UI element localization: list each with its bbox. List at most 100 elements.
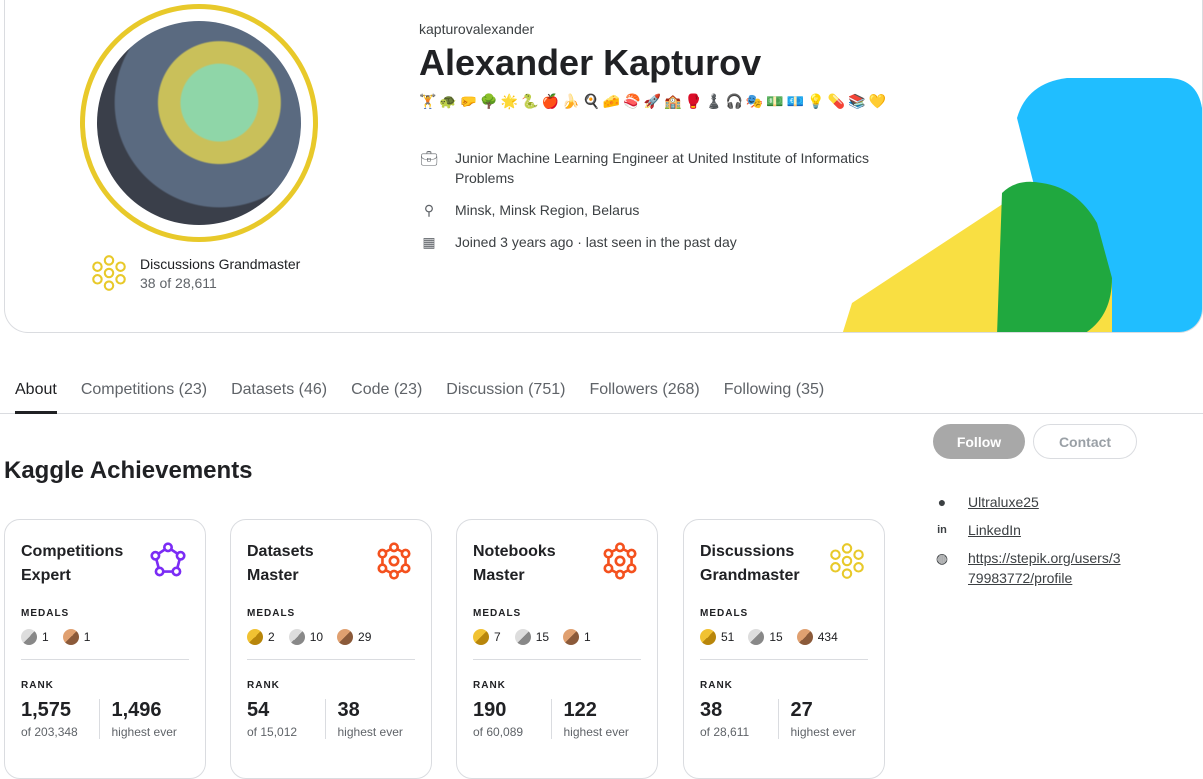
highest-rank: 38: [337, 699, 360, 721]
medals-label: MEDALS: [700, 608, 749, 619]
silver-medal-count: 1: [42, 630, 49, 644]
avatar: [80, 4, 318, 242]
medals-row: 2 10 29: [247, 629, 415, 645]
silver-medal-icon: [748, 629, 765, 645]
silver-medal: 15: [748, 629, 783, 645]
rank-total: of 60,089: [473, 725, 524, 739]
tab-following[interactable]: Following (35): [724, 376, 824, 414]
bronze-medal-icon: [563, 629, 580, 645]
calendar-icon: ▦: [422, 234, 436, 250]
achievement-card-discussions[interactable]: Discussions Grandmaster MEDALS 51 15 434 R…: [683, 519, 885, 779]
medals-row: 7 15 1: [473, 629, 641, 645]
highest-rank: 1,496: [111, 699, 162, 721]
gold-medal-count: 2: [268, 630, 275, 644]
achievement-card-competitions[interactable]: Competitions Expert MEDALS 11 RANK 1,575…: [4, 519, 206, 779]
bronze-medal: 434: [796, 629, 838, 645]
bronze-medal-icon: [796, 629, 813, 645]
grandmaster-icon: [92, 255, 126, 291]
gold-medal-icon: [247, 629, 263, 645]
github-icon: ●: [937, 494, 947, 510]
achievement-card-datasets[interactable]: Datasets Master MEDALS 2 10 29 RANK 54 of 1…: [230, 519, 432, 779]
username: kapturovalexander: [419, 21, 535, 37]
rank-label: RANK: [247, 680, 280, 691]
tab-competitions[interactable]: Competitions (23): [81, 376, 207, 414]
globe-icon: ◍: [935, 550, 949, 566]
location-pin-icon: ⚲: [423, 202, 435, 218]
rank-total: of 15,012: [247, 725, 298, 739]
social-links: ● Ultraluxe25 in LinkedIn ◍ https://stepik.…: [932, 492, 1128, 596]
tab-discussion[interactable]: Discussion (751): [446, 376, 565, 414]
bronze-medal-icon: [62, 629, 79, 645]
silver-medal: 15: [514, 629, 550, 645]
emoji-bio: 🏋️🐢🤛🌳🌟🐍🍎🍌🍳🧀🍣🚀🏫🥊♟️🎧🎭💵💶💡💊📚💛: [419, 93, 889, 109]
briefcase-icon: 💼︎: [420, 150, 438, 166]
job-row: 💼︎ Junior Machine Learning Engineer at Un…: [419, 148, 919, 188]
current-rank: 54: [247, 699, 270, 721]
website-link[interactable]: https://stepik.org/users/379983772/profi…: [968, 548, 1128, 588]
highest-rank: 122: [563, 699, 597, 721]
tier-badge-icon: [150, 542, 186, 577]
achievement-card-notebooks[interactable]: Notebooks Master MEDALS 7 15 1 RANK 190 of …: [456, 519, 658, 779]
bronze-medal-count: 1: [584, 630, 591, 644]
location-row: ⚲ Minsk, Minsk Region, Belarus: [419, 200, 919, 220]
silver-medal-icon: [288, 629, 305, 645]
github-link[interactable]: Ultraluxe25: [968, 492, 1128, 512]
follow-button[interactable]: Follow: [933, 424, 1025, 459]
tab-followers[interactable]: Followers (268): [589, 376, 699, 414]
rank-total: of 28,611: [700, 725, 750, 739]
joined-text: Joined 3 years ago · last seen in the pa…: [455, 234, 737, 250]
bronze-medal-count: 1: [83, 630, 91, 644]
highest-rank: 27: [790, 699, 813, 721]
medals-label: MEDALS: [247, 608, 296, 619]
rank-label: RANK: [473, 680, 506, 691]
card-title: Notebooks Master: [473, 543, 556, 584]
rank-total: of 203,348: [21, 725, 78, 739]
tab-datasets[interactable]: Datasets (46): [231, 376, 327, 414]
linkedin-link[interactable]: LinkedIn: [968, 520, 1128, 540]
bronze-medal: 1: [62, 629, 91, 645]
silver-medal: 10: [288, 629, 324, 645]
highest-label: highest ever: [337, 725, 403, 739]
tier-badge-icon: [603, 542, 637, 580]
highest-label: highest ever: [790, 725, 856, 739]
card-title: Datasets Master: [247, 543, 314, 584]
tier-badge: Discussions Grandmaster 38 of 28,611: [88, 252, 300, 294]
tier-rank: 38 of 28,611: [140, 274, 217, 291]
highest-label: highest ever: [111, 725, 177, 739]
bronze-medal-count: 29: [358, 630, 372, 644]
current-rank: 38: [700, 699, 723, 721]
divider: [700, 659, 868, 660]
gold-medal-icon: [700, 629, 716, 645]
silver-medal: 1: [21, 629, 49, 645]
tier-name: Discussions Grandmaster: [140, 255, 301, 272]
tier-badge-icon: [830, 543, 864, 579]
joined-row: ▦ Joined 3 years ago · last seen in the p…: [419, 232, 919, 252]
contact-button[interactable]: Contact: [1033, 424, 1137, 459]
gold-medal: 51: [700, 629, 734, 645]
medals-row: 11: [21, 629, 189, 645]
rank-label: RANK: [21, 680, 54, 691]
silver-medal-count: 10: [309, 630, 324, 644]
medals-label: MEDALS: [473, 608, 522, 619]
divider: [473, 659, 641, 660]
tier-badge-icon: [377, 542, 411, 580]
bronze-medal: 1: [563, 629, 591, 645]
tab-code[interactable]: Code (23): [351, 376, 422, 414]
location-text: Minsk, Minsk Region, Belarus: [455, 202, 640, 218]
silver-medal-icon: [21, 629, 37, 645]
card-title: Discussions Grandmaster: [700, 543, 800, 584]
profile-tabs: About Competitions (23) Datasets (46) Co…: [0, 376, 1203, 414]
current-rank: 190: [473, 699, 507, 721]
bronze-medal: 29: [337, 629, 371, 645]
medals-label: MEDALS: [21, 608, 70, 619]
silver-medal-count: 15: [535, 630, 550, 644]
highest-label: highest ever: [563, 725, 629, 739]
divider: [247, 659, 415, 660]
card-title: Competitions Expert: [21, 543, 124, 584]
gold-medal: 2: [247, 629, 275, 645]
tab-about[interactable]: About: [15, 376, 57, 414]
linkedin-icon: in: [937, 524, 947, 536]
rank-label: RANK: [700, 680, 733, 691]
silver-medal-icon: [514, 629, 531, 645]
gold-medal-icon: [473, 629, 489, 645]
